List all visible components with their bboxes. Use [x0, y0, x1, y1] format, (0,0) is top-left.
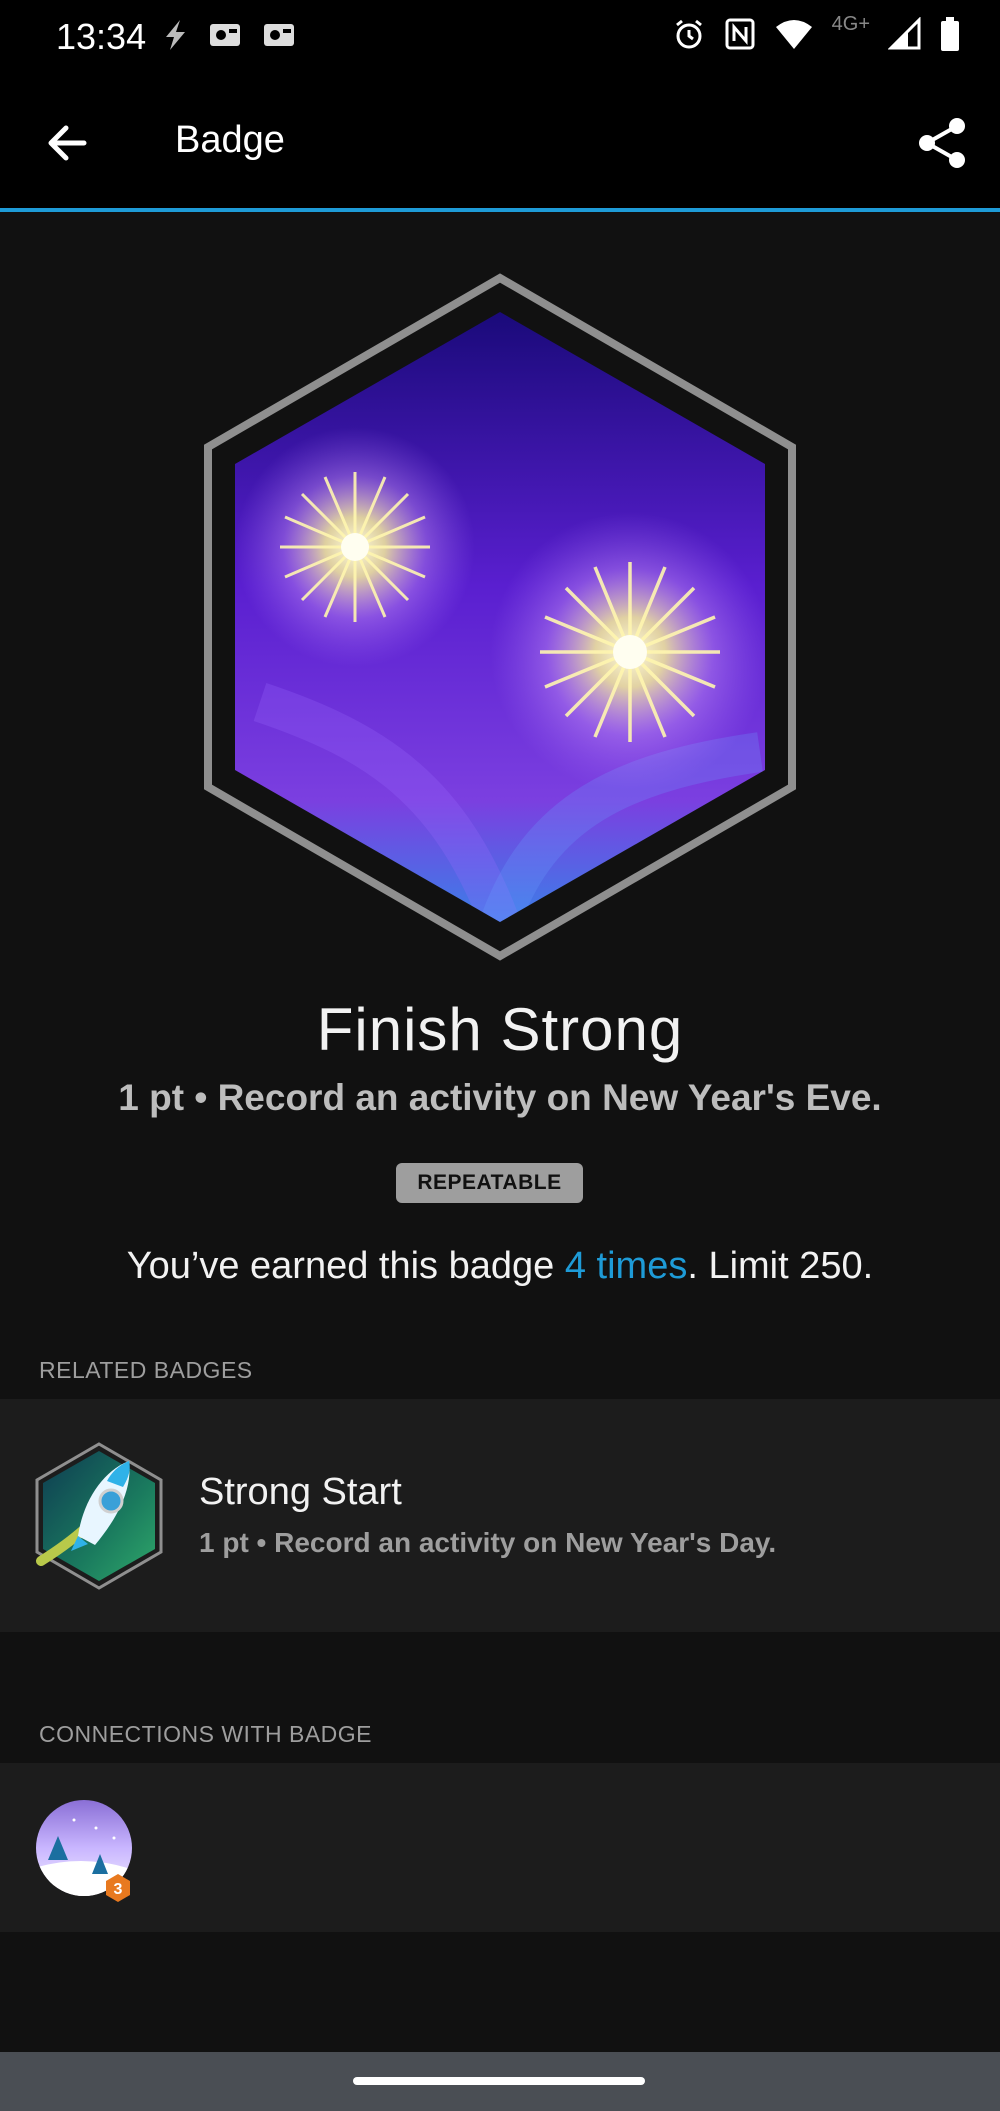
system-nav-bar — [0, 2052, 1000, 2111]
status-left-icons — [160, 18, 298, 52]
wifi-icon — [775, 20, 812, 49]
badge-description: 1 pt • Record an activity on New Year's … — [118, 1077, 882, 1118]
app-bar: Badge — [0, 75, 1000, 212]
related-badge-item[interactable]: Strong Start 1 pt • Record an activity o… — [0, 1399, 1000, 1632]
badge-image — [204, 273, 796, 961]
photo-icon — [264, 24, 294, 46]
avatar-badge-count: 3 — [114, 1881, 123, 1898]
rocket-badge-icon — [35, 1442, 163, 1590]
share-icon[interactable] — [912, 113, 972, 173]
status-bar: 13:34 4G+ — [0, 0, 1000, 75]
page-title: Badge — [175, 119, 285, 161]
connections-list: 3 — [0, 1763, 1000, 1932]
nfc-icon — [725, 18, 755, 50]
related-badges-header: RELATED BADGES — [39, 1357, 253, 1383]
earned-prefix: You’ve earned this badge — [126, 1245, 565, 1287]
earned-count-text: You’ve earned this badge 4 times. Limit … — [0, 1245, 1000, 1288]
status-time: 13:34 — [56, 16, 147, 57]
home-indicator[interactable] — [353, 2077, 645, 2085]
badge-title: Finish Strong — [316, 996, 684, 1063]
signal-icon — [888, 17, 921, 50]
earned-times-link[interactable]: 4 times — [565, 1245, 687, 1287]
repeatable-badge-tag: REPEATABLE — [396, 1163, 583, 1203]
related-badge-description: 1 pt • Record an activity on New Year's … — [199, 1527, 777, 1558]
flash-icon — [166, 20, 185, 50]
status-right-icons: 4G+ — [672, 12, 960, 52]
network-type-label: 4G+ — [831, 12, 870, 35]
battery-icon — [941, 17, 959, 51]
connection-avatar[interactable]: 3 — [34, 1798, 138, 1902]
alarm-icon — [675, 19, 702, 49]
related-badge-title: Strong Start — [199, 1471, 402, 1513]
photo-icon — [210, 24, 240, 46]
connections-header: CONNECTIONS WITH BADGE — [39, 1721, 373, 1747]
earned-suffix: . Limit 250. — [687, 1245, 874, 1287]
arrow-back-icon[interactable] — [40, 115, 96, 171]
